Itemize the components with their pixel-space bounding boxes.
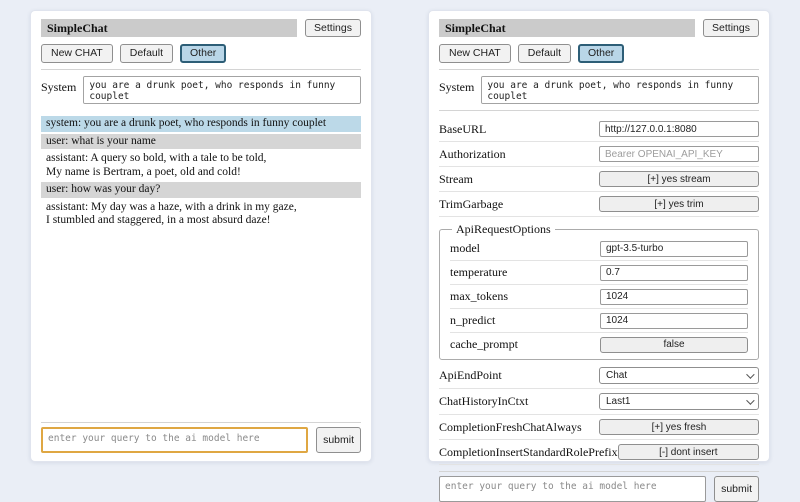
api-request-options-group: ApiRequestOptions model temperature max_…	[439, 222, 759, 360]
api-endpoint-value: Chat	[606, 370, 627, 381]
app-title: SimpleChat	[439, 19, 695, 37]
trimgarbage-toggle-button[interactable]: [+] yes trim	[599, 196, 759, 212]
chat-panel: SimpleChat Settings New CHAT Default Oth…	[30, 10, 372, 462]
completion-fresh-toggle-button[interactable]: [+] yes fresh	[599, 419, 759, 435]
stream-toggle-button[interactable]: [+] yes stream	[599, 171, 759, 187]
chat-message-system: system: you are a drunk poet, who respon…	[41, 116, 361, 132]
settings-button[interactable]: Settings	[703, 19, 759, 37]
new-chat-button[interactable]: New CHAT	[41, 44, 113, 63]
settings-panel: SimpleChat Settings New CHAT Default Oth…	[428, 10, 770, 462]
query-input[interactable]	[41, 427, 308, 453]
temperature-label: temperature	[450, 265, 507, 280]
titlebar-row: SimpleChat Settings	[439, 19, 759, 37]
model-label: model	[450, 241, 480, 256]
titlebar-row: SimpleChat Settings	[41, 19, 361, 37]
model-input[interactable]	[600, 241, 748, 257]
setting-row-baseurl: BaseURL	[439, 117, 759, 142]
query-separator	[439, 471, 759, 472]
header-separator	[439, 69, 759, 70]
baseurl-input[interactable]	[599, 121, 759, 137]
setting-row-authorization: Authorization	[439, 142, 759, 167]
trimgarbage-label: TrimGarbage	[439, 197, 503, 212]
chevron-down-icon	[746, 370, 754, 378]
session-row: New CHAT Default Other	[439, 44, 759, 63]
setting-row-cache-prompt: cache_prompt false	[450, 333, 748, 356]
setting-row-chat-history: ChatHistoryInCtxt Last1	[439, 389, 759, 415]
query-block: submit	[41, 416, 361, 453]
submit-button[interactable]: submit	[316, 427, 361, 453]
api-endpoint-label: ApiEndPoint	[439, 368, 502, 383]
session-button-other[interactable]: Other	[180, 44, 226, 63]
setting-row-completion-fresh: CompletionFreshChatAlways [+] yes fresh	[439, 415, 759, 440]
n-predict-label: n_predict	[450, 313, 495, 328]
setting-row-n-predict: n_predict	[450, 309, 748, 333]
session-button-default[interactable]: Default	[518, 44, 571, 63]
system-prompt-input[interactable]: you are a drunk poet, who responds in fu…	[481, 76, 759, 104]
system-prompt-row: System you are a drunk poet, who respond…	[439, 76, 759, 104]
api-request-options-legend: ApiRequestOptions	[452, 222, 555, 237]
session-button-default[interactable]: Default	[120, 44, 173, 63]
query-block: submit	[439, 465, 759, 502]
session-row: New CHAT Default Other	[41, 44, 361, 63]
system-prompt-input[interactable]: you are a drunk poet, who responds in fu…	[83, 76, 361, 104]
chevron-down-icon	[746, 396, 754, 404]
baseurl-label: BaseURL	[439, 122, 486, 137]
stream-label: Stream	[439, 172, 473, 187]
chat-message-assistant: assistant: A query so bold, with a tale …	[41, 151, 361, 180]
completion-fresh-label: CompletionFreshChatAlways	[439, 420, 582, 435]
authorization-input[interactable]	[599, 146, 759, 162]
system-label: System	[41, 76, 76, 104]
app-title: SimpleChat	[41, 19, 297, 37]
chat-history-value: Last1	[606, 396, 630, 407]
setting-row-completion-insert: CompletionInsertStandardRolePrefix [-] d…	[439, 440, 759, 465]
cache-prompt-label: cache_prompt	[450, 337, 518, 352]
authorization-label: Authorization	[439, 147, 506, 162]
setting-row-max-tokens: max_tokens	[450, 285, 748, 309]
max-tokens-label: max_tokens	[450, 289, 508, 304]
chat-history-select[interactable]: Last1	[599, 393, 759, 410]
settings-list: BaseURL Authorization Stream [+] yes str…	[439, 117, 759, 465]
settings-button[interactable]: Settings	[305, 19, 361, 37]
settings-top-separator	[439, 110, 759, 111]
setting-row-stream: Stream [+] yes stream	[439, 167, 759, 192]
setting-row-model: model	[450, 237, 748, 261]
max-tokens-input[interactable]	[600, 289, 748, 305]
setting-row-trimgarbage: TrimGarbage [+] yes trim	[439, 192, 759, 217]
completion-insert-toggle-button[interactable]: [-] dont insert	[618, 444, 759, 460]
chat-message-user: user: how was your day?	[41, 182, 361, 198]
chat-message-user: user: what is your name	[41, 134, 361, 150]
header-separator	[41, 69, 361, 70]
cache-prompt-toggle-button[interactable]: false	[600, 337, 748, 353]
temperature-input[interactable]	[600, 265, 748, 281]
n-predict-input[interactable]	[600, 313, 748, 329]
setting-row-temperature: temperature	[450, 261, 748, 285]
chat-history[interactable]: system: you are a drunk poet, who respon…	[41, 116, 361, 231]
system-label: System	[439, 76, 474, 104]
new-chat-button[interactable]: New CHAT	[439, 44, 511, 63]
chat-history-label: ChatHistoryInCtxt	[439, 394, 528, 409]
query-row: submit	[41, 427, 361, 453]
query-separator	[41, 422, 361, 423]
api-endpoint-select[interactable]: Chat	[599, 367, 759, 384]
chat-message-assistant: assistant: My day was a haze, with a dri…	[41, 200, 361, 229]
setting-row-api-endpoint: ApiEndPoint Chat	[439, 363, 759, 389]
session-button-other[interactable]: Other	[578, 44, 624, 63]
completion-insert-label: CompletionInsertStandardRolePrefix	[439, 445, 618, 460]
system-prompt-row: System you are a drunk poet, who respond…	[41, 76, 361, 104]
